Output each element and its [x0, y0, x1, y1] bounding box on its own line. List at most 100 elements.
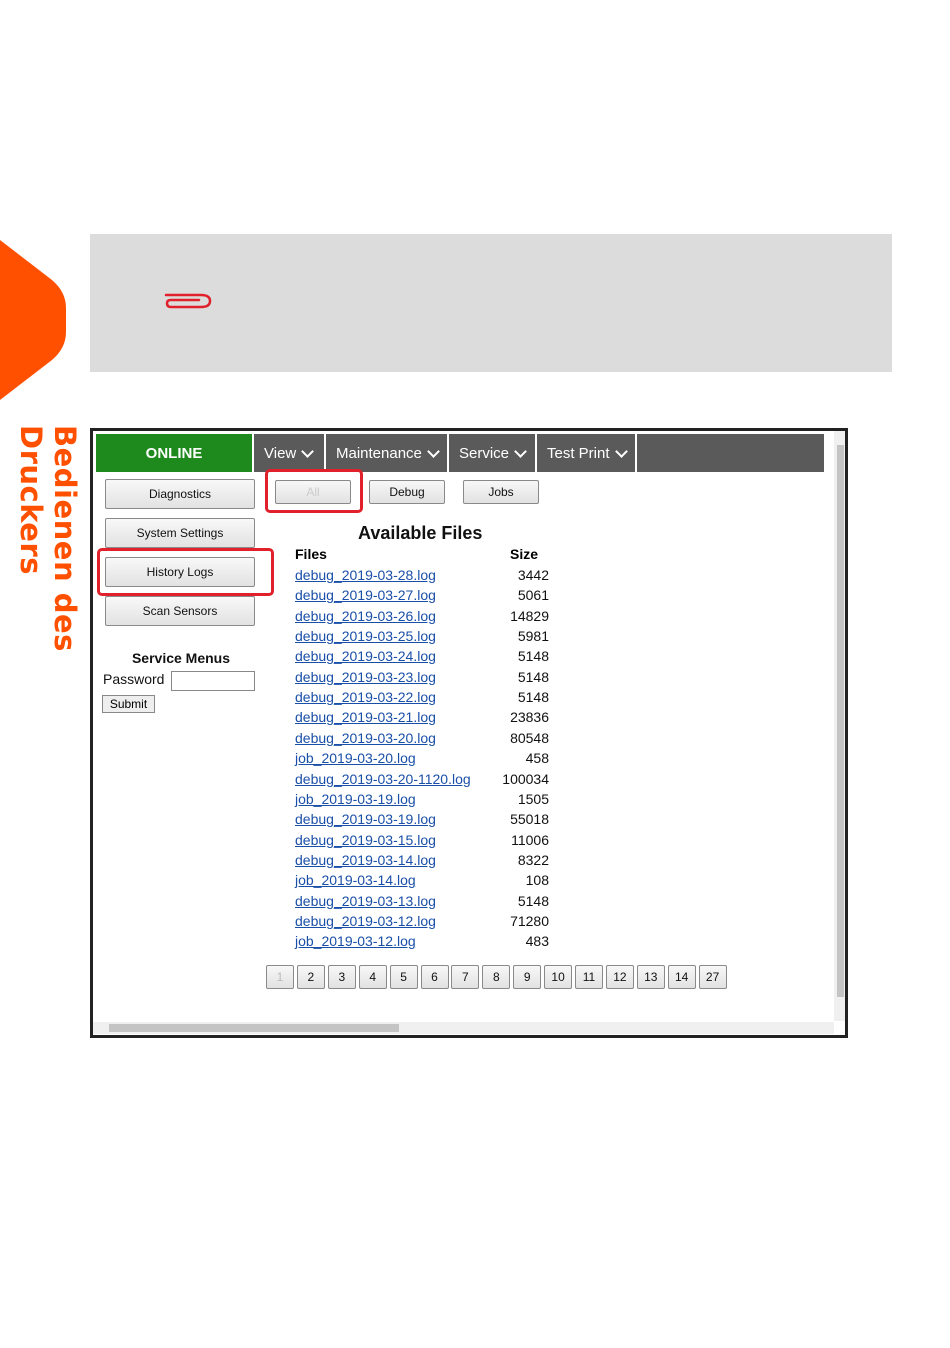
- nav-maintenance-menu[interactable]: Maintenance: [324, 434, 447, 472]
- file-link[interactable]: debug_2019-03-26.log: [295, 608, 436, 624]
- file-size: 1505: [517, 790, 549, 807]
- files-title: Available Files: [358, 523, 483, 543]
- file-link[interactable]: debug_2019-03-21.log: [295, 709, 436, 725]
- nav-label: View: [264, 444, 297, 462]
- page-button[interactable]: 7: [451, 965, 480, 989]
- table-row: job_2019-03-20.log 458: [93, 750, 563, 770]
- table-row: debug_2019-03-23.log 5148: [93, 669, 563, 689]
- table-row: debug_2019-03-27.log 5061: [93, 587, 563, 607]
- nav-label: Service: [459, 444, 510, 462]
- file-size: 5981: [517, 628, 549, 645]
- file-link[interactable]: debug_2019-03-19.log: [295, 811, 436, 827]
- page-button[interactable]: 6: [420, 965, 449, 989]
- nav-service-menu[interactable]: Service: [447, 434, 535, 472]
- page-button[interactable]: 3: [327, 965, 356, 989]
- horizontal-scroll-thumb[interactable]: [109, 1024, 399, 1032]
- file-link[interactable]: job_2019-03-20.log: [295, 750, 416, 766]
- nav-test-print-menu[interactable]: Test Print: [535, 434, 637, 472]
- file-size: 483: [525, 933, 549, 950]
- file-size: 3442: [517, 567, 549, 583]
- page-button[interactable]: 4: [358, 965, 387, 989]
- table-row: debug_2019-03-20-1120.log 100034: [93, 771, 563, 791]
- file-link[interactable]: debug_2019-03-24.log: [295, 648, 436, 664]
- chapter-title: Bedienen des Druckers: [14, 425, 82, 652]
- table-row: debug_2019-03-22.log 5148: [93, 689, 563, 709]
- file-link[interactable]: debug_2019-03-14.log: [295, 852, 436, 868]
- table-row: job_2019-03-12.log 483: [93, 933, 563, 953]
- table-row: job_2019-03-14.log 108: [93, 872, 563, 892]
- chevron-down-icon: [301, 444, 315, 458]
- vertical-scroll-thumb[interactable]: [837, 445, 844, 997]
- file-size: 458: [525, 750, 549, 767]
- file-link[interactable]: debug_2019-03-12.log: [295, 913, 436, 929]
- page-button[interactable]: 9: [513, 965, 542, 989]
- file-link[interactable]: debug_2019-03-13.log: [295, 893, 436, 909]
- page-button[interactable]: 11: [575, 965, 603, 989]
- table-row: debug_2019-03-24.log 5148: [93, 648, 563, 668]
- page-button[interactable]: 1: [266, 965, 294, 989]
- page-button[interactable]: 13: [636, 965, 665, 989]
- page-button[interactable]: 12: [605, 965, 634, 989]
- table-row: debug_2019-03-21.log 23836: [93, 709, 563, 729]
- file-size: 55018: [510, 811, 549, 828]
- file-link[interactable]: debug_2019-03-28.log: [295, 567, 436, 583]
- file-size: 5148: [517, 689, 549, 706]
- debug-filter-button[interactable]: Debug: [369, 480, 445, 504]
- table-row: debug_2019-03-28.log 3442: [93, 567, 563, 587]
- table-row: debug_2019-03-12.log 71280: [93, 913, 563, 933]
- diagnostics-button[interactable]: Diagnostics: [105, 479, 255, 509]
- file-size: 5061: [517, 587, 549, 604]
- file-link[interactable]: debug_2019-03-23.log: [295, 669, 436, 685]
- jobs-filter-button[interactable]: Jobs: [463, 480, 539, 504]
- file-size: 108: [525, 872, 549, 889]
- table-row: debug_2019-03-14.log 8322: [93, 852, 563, 872]
- page-button[interactable]: 2: [296, 965, 325, 989]
- file-size: 5148: [517, 892, 549, 909]
- nav-label: Maintenance: [336, 444, 422, 462]
- table-row: debug_2019-03-20.log 80548: [93, 730, 563, 750]
- status-online: ONLINE: [96, 434, 252, 472]
- top-navbar: ONLINE View Maintenance Service Test Pri…: [96, 434, 824, 472]
- file-size: 5148: [517, 648, 549, 665]
- file-link[interactable]: debug_2019-03-27.log: [295, 587, 436, 603]
- page-button[interactable]: 14: [667, 965, 696, 989]
- file-size: 71280: [510, 912, 549, 929]
- table-row: debug_2019-03-13.log 5148: [93, 893, 563, 913]
- file-link[interactable]: debug_2019-03-15.log: [295, 832, 436, 848]
- file-size: 5148: [517, 668, 549, 685]
- file-size: 8322: [517, 851, 549, 868]
- file-link[interactable]: debug_2019-03-20.log: [295, 730, 436, 746]
- chevron-down-icon: [427, 444, 440, 458]
- file-link[interactable]: debug_2019-03-25.log: [295, 628, 436, 644]
- file-size: 14829: [510, 607, 549, 624]
- chapter-tab: [0, 240, 66, 400]
- table-row: debug_2019-03-25.log 5981: [93, 628, 563, 648]
- page-button[interactable]: 10: [544, 965, 573, 989]
- file-size: 100034: [502, 770, 549, 787]
- page-button[interactable]: 27: [698, 965, 727, 989]
- page-button[interactable]: 8: [482, 965, 511, 989]
- chevron-down-icon: [614, 444, 628, 458]
- file-link[interactable]: job_2019-03-19.log: [295, 791, 416, 807]
- table-row: job_2019-03-19.log 1505: [93, 791, 563, 811]
- table-row: debug_2019-03-26.log 14829: [93, 608, 563, 628]
- page-button[interactable]: 5: [389, 965, 418, 989]
- printer-web-ui: ONLINE View Maintenance Service Test Pri…: [90, 428, 848, 1038]
- file-link[interactable]: debug_2019-03-22.log: [295, 689, 436, 705]
- files-column-header: Files: [295, 546, 327, 562]
- all-button-highlight: [265, 469, 363, 513]
- size-column-header: Size: [510, 546, 539, 562]
- file-link[interactable]: job_2019-03-12.log: [295, 933, 416, 949]
- file-link[interactable]: debug_2019-03-20-1120.log: [295, 771, 471, 787]
- note-box: [90, 234, 892, 372]
- paperclip-icon: [164, 293, 212, 309]
- system-settings-button[interactable]: System Settings: [105, 518, 255, 548]
- file-size: 23836: [510, 709, 549, 726]
- nav-view-menu[interactable]: View: [252, 434, 324, 472]
- file-link[interactable]: job_2019-03-14.log: [295, 872, 416, 888]
- file-size: 80548: [510, 729, 549, 746]
- file-size: 11006: [511, 831, 549, 848]
- table-row: debug_2019-03-15.log 11006: [93, 832, 563, 852]
- nav-label: Test Print: [547, 444, 610, 462]
- table-row: debug_2019-03-19.log 55018: [93, 811, 563, 831]
